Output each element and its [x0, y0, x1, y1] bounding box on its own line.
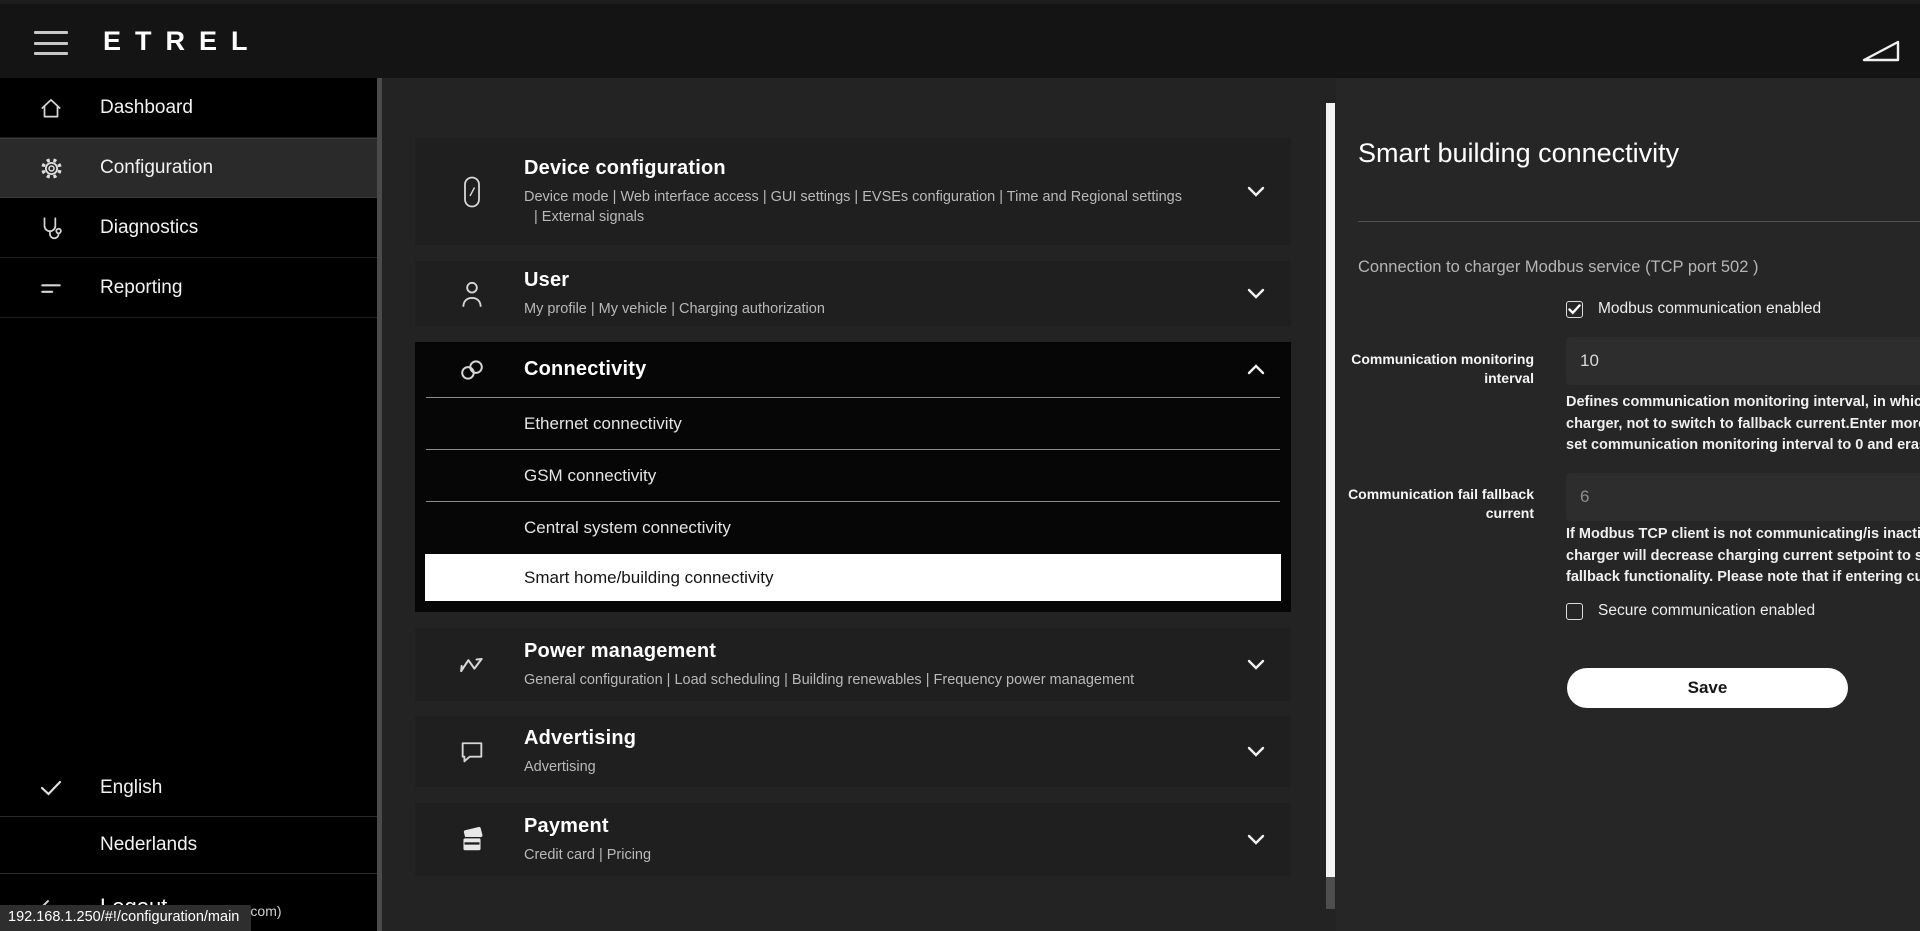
modbus-communication-checkbox[interactable]: Modbus communication enabled: [1566, 300, 1821, 318]
subitem-ethernet-connectivity[interactable]: Ethernet connectivity: [415, 398, 1291, 449]
sidebar-item-reporting[interactable]: Reporting: [0, 258, 377, 318]
home-icon: [36, 95, 66, 121]
language-switcher: English Nederlands: [0, 760, 377, 874]
sidebar-item-label: Reporting: [100, 277, 182, 299]
sidebar-item-diagnostics[interactable]: Diagnostics: [0, 198, 377, 258]
scrollbar-thumb[interactable]: [1326, 103, 1335, 877]
checkmark-icon: [36, 780, 66, 796]
subtitle-line: | External signals: [524, 207, 1247, 227]
description-line: fallback functionality. Please note that…: [1566, 567, 1920, 589]
etrel-logo: ETREL: [103, 26, 262, 57]
browser-status-url: 192.168.1.250/#!/configuration/main: [0, 905, 251, 931]
language-item-english[interactable]: English: [0, 760, 377, 817]
chevron-down-icon: [1247, 746, 1265, 757]
subitem-smart-home-building-connectivity[interactable]: Smart home/building connectivity: [425, 554, 1281, 601]
user-icon: [457, 279, 487, 309]
chevron-down-icon: [1247, 834, 1265, 845]
link-icon: [457, 357, 487, 383]
description-line: If Modbus TCP client is not communicatin…: [1566, 524, 1920, 546]
section-advertising[interactable]: Advertising Advertising: [415, 716, 1291, 787]
section-subtitle: Credit card | Pricing: [524, 845, 1247, 865]
section-connectivity-header[interactable]: Connectivity: [415, 342, 1291, 397]
smart-building-connectivity-panel: Smart building connectivity Connection t…: [1336, 78, 1920, 931]
subtitle-line: Device mode | Web interface access | GUI…: [524, 187, 1247, 207]
configuration-main: Device configuration Device mode | Web i…: [383, 78, 1336, 931]
subitem-gsm-connectivity[interactable]: GSM connectivity: [415, 450, 1291, 501]
language-label: English: [100, 777, 162, 799]
fallback-current-input[interactable]: [1566, 473, 1920, 521]
checkbox-label: Modbus communication enabled: [1598, 300, 1821, 318]
hamburger-menu-icon[interactable]: [34, 31, 68, 55]
section-device-configuration[interactable]: Device configuration Device mode | Web i…: [415, 138, 1291, 245]
divider: [1358, 221, 1920, 222]
device-icon: [457, 175, 487, 209]
sidebar-item-configuration[interactable]: Configuration: [0, 138, 377, 198]
top-bar: ETREL: [0, 0, 1920, 78]
power-icon: [457, 653, 487, 677]
chevron-up-icon: [1247, 364, 1265, 375]
panel-title: Smart building connectivity: [1358, 138, 1679, 169]
sidebar-scrollbar[interactable]: [377, 78, 382, 931]
description-line: charger, not to switch to fallback curre…: [1566, 414, 1920, 436]
language-label: Nederlands: [100, 834, 197, 856]
section-power-management[interactable]: Power management General configuration |…: [415, 628, 1291, 701]
section-payment[interactable]: Payment Credit card | Pricing: [415, 803, 1291, 876]
subitem-central-system-connectivity[interactable]: Central system connectivity: [415, 502, 1291, 554]
section-title: Payment: [524, 815, 1247, 838]
description-line: set communication monitoring interval to…: [1566, 435, 1920, 457]
sidebar-item-label: Diagnostics: [100, 217, 198, 239]
sidebar: Dashboard Configuration Diagnostics Repo…: [0, 78, 377, 931]
chevron-down-icon: [1247, 288, 1265, 299]
monitoring-interval-description: Defines communication monitoring interva…: [1566, 392, 1920, 457]
save-button[interactable]: Save: [1567, 668, 1848, 708]
section-subtitle: My profile | My vehicle | Charging autho…: [524, 299, 1247, 319]
report-icon: [36, 275, 66, 301]
section-title: Device configuration: [524, 157, 1247, 180]
chevron-down-icon: [1247, 659, 1265, 670]
section-title: User: [524, 269, 1247, 292]
description-line: Defines communication monitoring interva…: [1566, 392, 1920, 414]
sidebar-item-label: Configuration: [100, 157, 213, 179]
section-title: Power management: [524, 640, 1247, 663]
panel-subtitle: Connection to charger Modbus service (TC…: [1358, 258, 1758, 277]
checkbox-checked-icon: [1566, 301, 1583, 318]
scrollbar-track[interactable]: [1326, 877, 1335, 909]
chat-bubble-icon: [457, 739, 487, 765]
checkbox-label: Secure communication enabled: [1598, 602, 1815, 620]
section-user[interactable]: User My profile | My vehicle | Charging …: [415, 261, 1291, 326]
checkbox-unchecked-icon: [1566, 603, 1583, 620]
section-subtitle: General configuration | Load scheduling …: [524, 670, 1247, 690]
stethoscope-icon: [36, 215, 66, 241]
signal-triangle-icon: [1860, 38, 1902, 64]
sidebar-item-label: Dashboard: [100, 97, 193, 119]
monitoring-interval-input[interactable]: [1566, 337, 1920, 385]
sidebar-item-dashboard[interactable]: Dashboard: [0, 78, 377, 138]
monitoring-interval-label: Communication monitoring interval: [1336, 350, 1534, 388]
description-line: charger will decrease charging current s…: [1566, 546, 1920, 568]
chevron-down-icon: [1247, 186, 1265, 197]
fallback-current-label: Communication fail fallback current: [1336, 485, 1534, 523]
section-title: Advertising: [524, 727, 1247, 750]
section-title: Connectivity: [524, 358, 1247, 381]
section-subtitle: Device mode | Web interface access | GUI…: [524, 187, 1247, 227]
fallback-current-description: If Modbus TCP client is not communicatin…: [1566, 524, 1920, 589]
credit-card-icon: [457, 825, 487, 855]
secure-communication-checkbox[interactable]: Secure communication enabled: [1566, 602, 1815, 620]
section-connectivity: Connectivity Ethernet connectivity GSM c…: [415, 342, 1291, 612]
language-item-nederlands[interactable]: Nederlands: [0, 817, 377, 874]
gear-icon: [36, 155, 66, 182]
section-subtitle: Advertising: [524, 757, 1247, 777]
